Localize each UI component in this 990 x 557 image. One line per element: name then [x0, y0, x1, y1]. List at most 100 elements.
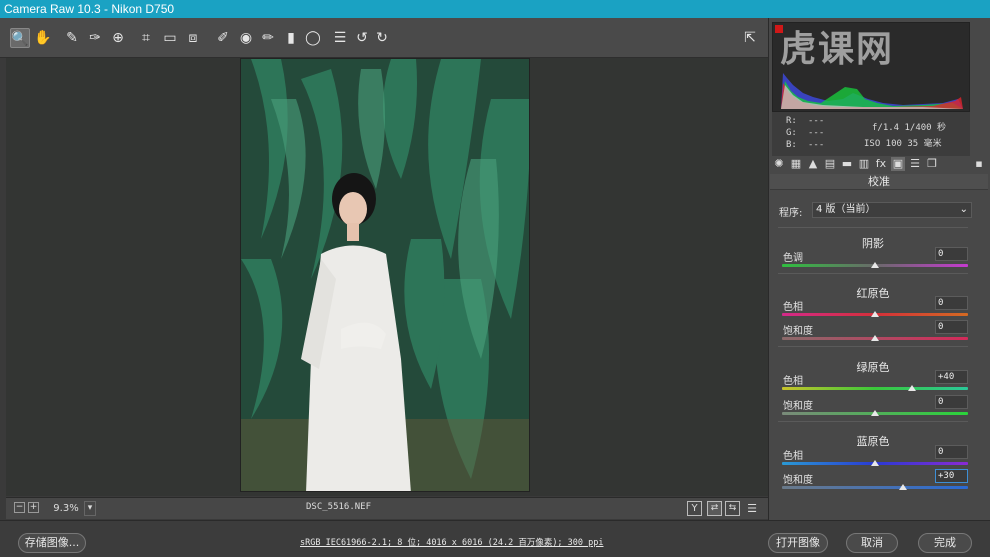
brush-icon: ✏ [262, 30, 274, 46]
crop-icon: ⌗ [142, 30, 150, 46]
tab-presets[interactable]: ☰ [908, 157, 922, 171]
sliders-icon[interactable]: ☰ [744, 501, 760, 516]
process-label: 程序: [779, 208, 803, 219]
panel-menu-icon[interactable]: ▪ [972, 157, 986, 171]
shadows-tint-input[interactable]: 0 [935, 247, 968, 261]
blue-hue-input[interactable]: 0 [935, 445, 968, 459]
process-select[interactable]: 4 版（当前） ⌄ [812, 202, 972, 218]
eye-icon: ◉ [239, 30, 253, 46]
gradient-icon: ▮ [287, 30, 295, 46]
red-hue-label: 色相 [783, 302, 803, 313]
transform-tool[interactable]: ⧈ [183, 28, 203, 48]
green-hue-slider-thumb[interactable] [908, 385, 917, 391]
camera-info: R: --- G: --- B: --- f/1.4 1/400 秒 ISO 1… [772, 112, 970, 156]
blue-sat-label: 饱和度 [783, 475, 813, 486]
white-balance-tool[interactable]: ✎ [62, 28, 82, 48]
fullscreen-icon[interactable]: ⇱ [740, 28, 760, 48]
red-eye-tool[interactable]: ◉ [236, 28, 256, 48]
targeted-adjustment-tool[interactable]: ⊕ [108, 28, 128, 48]
divider [778, 346, 968, 347]
transform-icon: ⧈ [188, 30, 198, 46]
save-image-button[interactable]: 存储图像... [18, 533, 86, 553]
red-hue-input[interactable]: 0 [935, 296, 968, 310]
preferences-tool[interactable]: ☰ [330, 28, 350, 48]
shadows-tint-label: 色调 [783, 253, 803, 264]
green-hue-slider[interactable] [782, 387, 968, 390]
chevron-down-icon: ⌄ [959, 204, 968, 215]
tab-basic[interactable]: ✺ [772, 157, 786, 171]
swap-icon[interactable]: ⇄ [707, 501, 722, 516]
blue-sat-slider[interactable] [782, 486, 968, 489]
graduated-filter-tool[interactable]: ▮ [281, 28, 301, 48]
rotate-left-icon: ↺ [356, 30, 368, 46]
green-sat-slider-thumb[interactable] [871, 410, 879, 416]
g-value: --- [808, 128, 825, 138]
hand-icon: ✋ [34, 30, 52, 46]
tab-lens[interactable]: ▥ [857, 157, 871, 171]
divider [778, 273, 968, 274]
color-sampler-tool[interactable]: ✑ [85, 28, 105, 48]
ruler-icon: ▭ [163, 30, 177, 46]
watermark: 虎课网 [780, 29, 895, 70]
open-image-button[interactable]: 打开图像 [768, 533, 828, 553]
iso-focal: ISO 100 35 毫米 [864, 139, 942, 149]
eyedropper-icon: ✎ [66, 30, 78, 46]
red-sat-input[interactable]: 0 [935, 320, 968, 334]
process-value: 4 版（当前） [816, 204, 876, 215]
zoom-tool[interactable]: 🔍 [10, 28, 30, 48]
rotate-right-icon: ↻ [376, 30, 388, 46]
tab-detail[interactable]: ▲ [806, 157, 820, 171]
blue-hue-label: 色相 [783, 451, 803, 462]
red-hue-slider-thumb[interactable] [871, 311, 879, 317]
done-button[interactable]: 完成 [918, 533, 972, 553]
zoom-dropdown[interactable]: ▾ [84, 501, 96, 516]
green-hue-input[interactable]: +40 [935, 370, 968, 384]
rotate-left-tool[interactable]: ↺ [352, 28, 372, 48]
blue-sat-slider-thumb[interactable] [898, 484, 907, 490]
divider [778, 421, 968, 422]
r-value: --- [808, 116, 825, 126]
divider [778, 227, 968, 228]
straighten-tool[interactable]: ▭ [160, 28, 180, 48]
adjustment-brush-tool[interactable]: ✏ [258, 28, 278, 48]
copy-settings-icon[interactable]: ⇆ [725, 501, 740, 516]
zoom-in-button[interactable]: + [28, 502, 39, 513]
zoom-level[interactable]: 9.3% [48, 501, 84, 516]
tab-tone-curve[interactable]: ▦ [789, 157, 803, 171]
b-value: --- [808, 140, 825, 150]
crop-tool[interactable]: ⌗ [136, 28, 156, 48]
tab-hsl[interactable]: ▤ [823, 157, 837, 171]
spot-removal-tool[interactable]: ✐ [213, 28, 233, 48]
green-sat-input[interactable]: 0 [935, 395, 968, 409]
zoom-out-button[interactable]: − [14, 502, 25, 513]
aperture-shutter: f/1.4 1/400 秒 [872, 123, 947, 133]
window-title: Camera Raw 10.3 - Nikon D750 [0, 0, 990, 18]
target-icon: ⊕ [112, 30, 124, 46]
list-icon: ☰ [333, 30, 347, 46]
cancel-button[interactable]: 取消 [846, 533, 898, 553]
green-sat-label: 饱和度 [783, 401, 813, 412]
tab-snapshots[interactable]: ❐ [925, 157, 939, 171]
before-after-button[interactable]: Y [687, 501, 702, 516]
red-sat-slider-thumb[interactable] [871, 335, 879, 341]
brush-heal-icon: ✐ [217, 30, 229, 46]
radial-filter-tool[interactable]: ◯ [303, 28, 323, 48]
bottom-bar: 存储图像... sRGB IEC61966-2.1; 8 位; 4016 x 6… [0, 520, 990, 557]
tab-effects[interactable]: fx [874, 157, 888, 171]
workflow-options-link[interactable]: sRGB IEC61966-2.1; 8 位; 4016 x 6016 (24.… [300, 536, 630, 548]
blue-sat-input[interactable]: +30 [935, 469, 968, 483]
rotate-right-tool[interactable]: ↻ [372, 28, 392, 48]
tab-calibration[interactable]: ▣ [891, 157, 905, 171]
g-label: G: [786, 128, 797, 138]
status-bar: − + 9.3% ▾ DSC_5516.NEF Y ⇄ ⇆ ☰ [6, 497, 768, 519]
magnifier-icon: 🔍 [11, 31, 29, 47]
toolbar: 🔍 ✋ ✎ ✑ ⊕ ⌗ ▭ ⧈ ✐ ◉ ✏ ▮ ◯ ☰ ↺ ↻ ⇱ [0, 18, 768, 58]
blue-hue-slider-thumb[interactable] [871, 460, 879, 466]
hand-tool[interactable]: ✋ [33, 28, 53, 48]
ellipse-icon: ◯ [305, 30, 321, 46]
tab-split-toning[interactable]: ▬ [840, 157, 854, 171]
shadows-tint-slider-thumb[interactable] [871, 262, 879, 268]
panel-tabs: ✺ ▦ ▲ ▤ ▬ ▥ fx ▣ ☰ ❐ ▪ [770, 156, 988, 174]
sampler-icon: ✑ [89, 30, 101, 46]
filename: DSC_5516.NEF [306, 502, 372, 512]
